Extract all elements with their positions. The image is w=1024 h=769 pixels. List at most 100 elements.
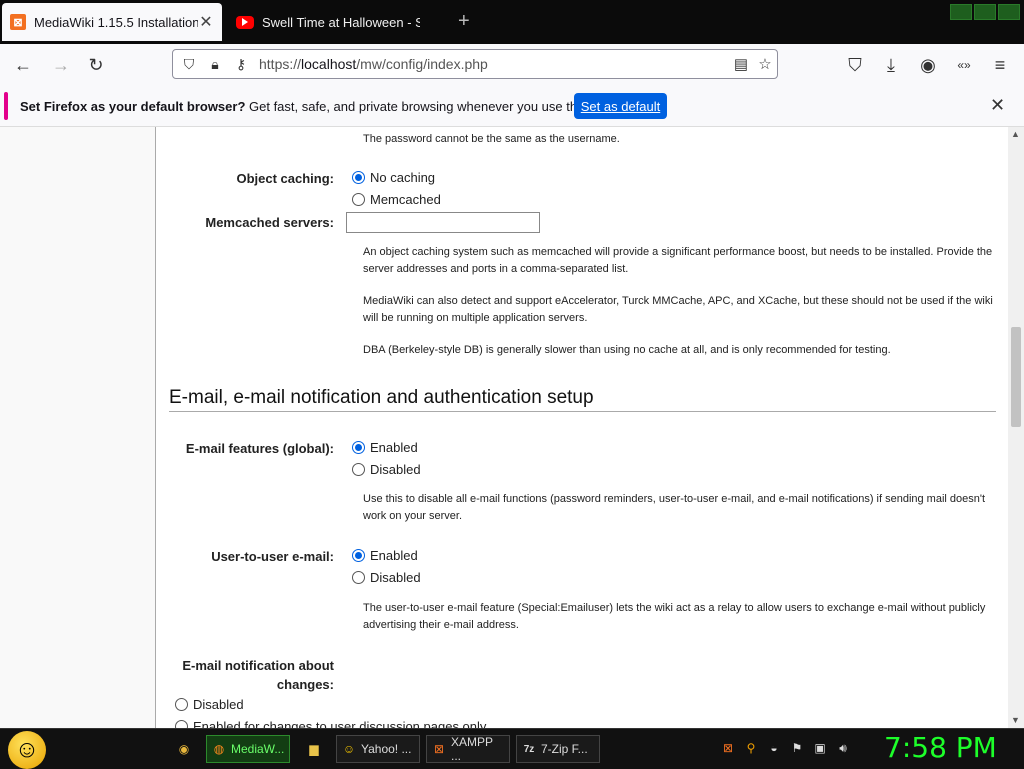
radio-icon xyxy=(352,571,365,584)
maximize-button[interactable] xyxy=(974,4,996,20)
radio-label: Disabled xyxy=(370,570,421,585)
radio-icon xyxy=(352,193,365,206)
page-content: The password cannot be the same as the u… xyxy=(0,127,1008,728)
radio-label: Enabled for changes to user discussion p… xyxy=(193,719,487,728)
taskbar-item-yahoo[interactable]: ☺ Yahoo! ... xyxy=(336,735,420,763)
clock[interactable]: 7:58 PM xyxy=(884,731,997,764)
radio-icon xyxy=(352,549,365,562)
tab-youtube[interactable]: Swell Time at Halloween - Shor xyxy=(228,3,428,41)
taskbar-item-mediawiki[interactable]: ◍ MediaW... xyxy=(206,735,290,763)
close-icon[interactable]: ✕ xyxy=(990,95,1005,116)
email-enabled-radio[interactable]: Enabled xyxy=(352,440,418,455)
taskbar: ☺ ◉ ◍ MediaW... ▆ ☺ Yahoo! ... ⊠ XAMPP ... … xyxy=(0,728,1024,769)
url-path: /mw/config/index.php xyxy=(356,56,488,72)
minimize-button[interactable] xyxy=(950,4,972,20)
shield-icon[interactable]: ⛉ xyxy=(179,56,199,73)
notification-text: Get fast, safe, and private browsing whe… xyxy=(245,99,616,114)
notification-message: Set Firefox as your default browser? Get… xyxy=(20,99,615,114)
start-button[interactable]: ☺ xyxy=(8,731,46,769)
folder-icon[interactable]: ▆ xyxy=(306,735,326,763)
taskbar-label: MediaW... xyxy=(231,742,285,756)
caching-help-3: DBA (Berkeley-style DB) is generally slo… xyxy=(363,344,891,356)
back-icon[interactable]: ← xyxy=(10,52,36,78)
notification-accent xyxy=(4,92,8,120)
memcached-radio[interactable]: Memcached xyxy=(352,192,441,207)
notify-disabled-radio[interactable]: Disabled xyxy=(175,697,244,712)
scroll-thumb[interactable] xyxy=(1011,327,1021,427)
radio-icon xyxy=(352,171,365,184)
section-divider xyxy=(169,411,996,412)
search-icon[interactable]: ⚲ xyxy=(743,740,759,756)
radio-label: Disabled xyxy=(370,462,421,477)
screen: ⊠ MediaWiki 1.15.5 Installation ✕ Swell … xyxy=(0,0,1024,769)
radio-label: Memcached xyxy=(370,192,441,207)
network-icon[interactable]: ▣ xyxy=(812,740,828,756)
smiley-icon: ☺ xyxy=(14,736,40,763)
user-email-label: User-to-user e-mail: xyxy=(211,549,334,564)
user-email-enabled-radio[interactable]: Enabled xyxy=(352,548,418,563)
radio-icon xyxy=(352,441,365,454)
xampp-icon: ⊠ xyxy=(10,14,26,30)
object-caching-label: Object caching: xyxy=(236,171,334,186)
left-column xyxy=(0,127,156,728)
url-bar[interactable]: ⛉ 🔒︎ ⚷ https://localhost/mw/config/index… xyxy=(172,49,778,79)
radio-label: Enabled xyxy=(370,440,418,455)
tab-title: MediaWiki 1.15.5 Installation xyxy=(34,14,198,30)
key-icon[interactable]: ⚷ xyxy=(231,56,251,73)
yahoo-icon: ☺ xyxy=(342,742,356,756)
youtube-icon xyxy=(236,15,254,29)
chrome-icon[interactable]: ◉ xyxy=(176,735,196,763)
volume-icon[interactable]: 🔊︎ xyxy=(835,740,851,756)
system-tray: ⊠ ⚲ ◒ ⚑ ▣ 🔊︎ xyxy=(720,740,851,756)
url-text[interactable]: https://localhost/mw/config/index.php xyxy=(259,56,729,72)
radio-icon xyxy=(175,720,188,728)
taskbar-item-7zip[interactable]: 7z 7-Zip F... xyxy=(516,735,600,763)
tab-title: Swell Time at Halloween - Shor xyxy=(262,14,420,30)
scroll-up-icon[interactable]: ▲ xyxy=(1011,129,1020,139)
set-as-default-button[interactable]: Set as default xyxy=(574,93,667,119)
close-window-button[interactable] xyxy=(998,4,1020,20)
radio-label: Disabled xyxy=(193,697,244,712)
user-email-disabled-radio[interactable]: Disabled xyxy=(352,570,421,585)
email-disabled-radio[interactable]: Disabled xyxy=(352,462,421,477)
radio-label: Enabled xyxy=(370,548,418,563)
radio-icon xyxy=(352,463,365,476)
section-heading: E-mail, e-mail notification and authenti… xyxy=(169,387,594,408)
xampp-tray-icon[interactable]: ⊠ xyxy=(720,740,736,756)
notification-bold: Set Firefox as your default browser? xyxy=(20,99,246,114)
extensions-icon[interactable]: «» xyxy=(951,52,977,78)
xampp-icon: ⊠ xyxy=(433,742,445,756)
taskbar-item-xampp[interactable]: ⊠ XAMPP ... xyxy=(426,735,510,763)
lock-icon[interactable]: 🔒︎ xyxy=(205,56,225,73)
status-icon[interactable]: ◒ xyxy=(766,740,782,756)
forward-icon[interactable]: → xyxy=(48,52,74,78)
memcached-servers-label: Memcached servers: xyxy=(205,215,334,230)
new-tab-button[interactable]: + xyxy=(458,10,470,33)
menu-icon[interactable]: ≡ xyxy=(987,52,1013,78)
vertical-scrollbar[interactable]: ▲ ▼ xyxy=(1008,127,1024,728)
no-caching-radio[interactable]: No caching xyxy=(352,170,435,185)
tab-strip: ⊠ MediaWiki 1.15.5 Installation ✕ Swell … xyxy=(0,0,1024,44)
reload-icon[interactable]: ↻ xyxy=(83,52,109,78)
taskbar-label: XAMPP ... xyxy=(451,735,493,763)
user-email-help: The user-to-user e-mail feature (Special… xyxy=(363,602,986,631)
memcached-servers-input[interactable] xyxy=(346,212,540,233)
bookmark-star-icon[interactable]: ☆ xyxy=(753,55,777,73)
account-icon[interactable]: ◉ xyxy=(915,52,941,78)
firefox-icon: ◍ xyxy=(213,742,225,756)
close-icon[interactable]: ✕ xyxy=(198,12,214,32)
tab-mediawiki[interactable]: ⊠ MediaWiki 1.15.5 Installation ✕ xyxy=(2,3,222,41)
radio-icon xyxy=(175,698,188,711)
taskbar-label: Yahoo! ... xyxy=(361,742,412,756)
pocket-icon[interactable]: ⛉ xyxy=(842,52,868,78)
default-browser-notification: Set Firefox as your default browser? Get… xyxy=(0,86,1024,127)
url-scheme: https:// xyxy=(259,56,302,72)
action-center-icon[interactable]: ⚑ xyxy=(789,740,805,756)
window-controls xyxy=(950,4,1020,20)
scroll-down-icon[interactable]: ▼ xyxy=(1011,715,1020,725)
email-features-label: E-mail features (global): xyxy=(185,441,334,456)
notify-user-talk-radio[interactable]: Enabled for changes to user discussion p… xyxy=(175,719,486,728)
reader-view-icon[interactable]: ▤ xyxy=(729,55,753,73)
downloads-icon[interactable]: ⤓ xyxy=(878,52,904,78)
password-note: The password cannot be the same as the u… xyxy=(363,133,620,145)
